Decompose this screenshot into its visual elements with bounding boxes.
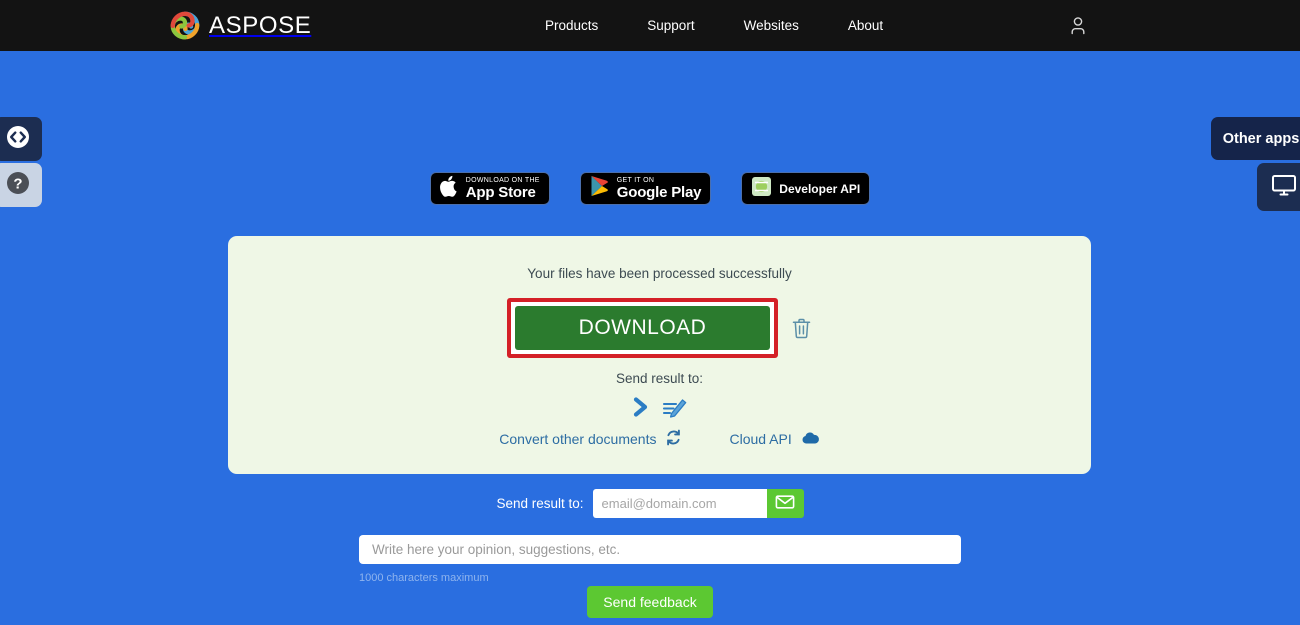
signature-pen-icon[interactable] xyxy=(662,396,688,418)
user-account-icon[interactable] xyxy=(1066,14,1090,38)
nav-item-websites[interactable]: Websites xyxy=(744,18,799,33)
character-limit-note: 1000 characters maximum xyxy=(359,572,489,584)
other-apps-label: Other apps xyxy=(1222,130,1300,147)
badge-google-play-text: GET IT ON Google Play xyxy=(617,177,702,200)
badge-google-play[interactable]: GET IT ON Google Play xyxy=(579,172,712,205)
email-result-label: Send result to: xyxy=(496,496,584,511)
cloud-api-label: Cloud API xyxy=(729,431,792,447)
cloud-api-link[interactable]: Cloud API xyxy=(729,431,819,448)
nav-item-about[interactable]: About xyxy=(848,18,883,33)
brand-name: ASPOSE xyxy=(209,11,312,39)
apple-logo-icon xyxy=(439,175,459,202)
badge-google-play-small: GET IT ON xyxy=(616,177,655,184)
email-input-group xyxy=(592,489,804,518)
email-result-row: Send result to: xyxy=(0,489,1300,518)
sidebar-tab-code[interactable] xyxy=(0,117,42,161)
trash-bin-icon xyxy=(791,318,812,343)
send-feedback-button[interactable]: Send feedback xyxy=(587,586,713,618)
aspose-swirl-logo-icon xyxy=(170,11,200,41)
google-play-triangle-icon xyxy=(590,175,610,202)
envelope-icon xyxy=(775,494,795,513)
page-root: ASPOSE Products Support Websites About ?… xyxy=(0,0,1300,625)
success-message: Your files have been processed successfu… xyxy=(527,266,792,281)
convert-other-documents-link[interactable]: Convert other documents xyxy=(499,429,682,449)
badge-app-store[interactable]: Download on the App Store xyxy=(429,172,550,205)
badge-app-store-small: Download on the xyxy=(465,177,540,184)
delete-file-button[interactable] xyxy=(791,317,812,340)
send-email-button[interactable] xyxy=(766,489,804,518)
nav-item-products[interactable]: Products xyxy=(545,18,598,33)
refresh-convert-icon xyxy=(665,429,682,449)
badge-google-play-big: Google Play xyxy=(616,184,702,201)
send-feedback-row: Send feedback xyxy=(0,586,1300,618)
badge-app-store-text: Download on the App Store xyxy=(466,177,540,200)
developer-api-icon xyxy=(751,176,772,202)
send-result-label: Send result to: xyxy=(615,371,704,386)
site-header: ASPOSE Products Support Websites About xyxy=(0,0,1300,51)
download-button[interactable]: DOWNLOAD xyxy=(515,306,770,350)
download-row: DOWNLOAD xyxy=(228,298,1091,358)
sidebar-tab-other-apps[interactable]: Other apps xyxy=(1211,117,1300,160)
badge-app-store-big: App Store xyxy=(465,184,536,201)
badge-developer-api[interactable]: Developer API xyxy=(741,172,871,205)
main-nav: Products Support Websites About xyxy=(545,18,883,33)
convert-other-documents-label: Convert other documents xyxy=(499,431,657,447)
badge-developer-api-label: Developer API xyxy=(779,181,861,196)
download-highlight-annotation: DOWNLOAD xyxy=(507,298,778,358)
store-badges: Download on the App Store GET IT ON Goog… xyxy=(0,172,1300,205)
brand-logo-link[interactable]: ASPOSE xyxy=(170,11,311,41)
email-input[interactable] xyxy=(592,489,768,518)
code-brackets-icon xyxy=(5,124,31,155)
card-action-links: Convert other documents Cloud API xyxy=(228,429,1091,449)
cloud-icon xyxy=(801,431,820,448)
nav-item-support[interactable]: Support xyxy=(647,18,694,33)
send-result-icons xyxy=(228,396,1091,418)
result-card: Your files have been processed successfu… xyxy=(228,236,1091,474)
feedback-input[interactable] xyxy=(359,535,961,564)
chevron-send-icon[interactable] xyxy=(631,396,651,418)
